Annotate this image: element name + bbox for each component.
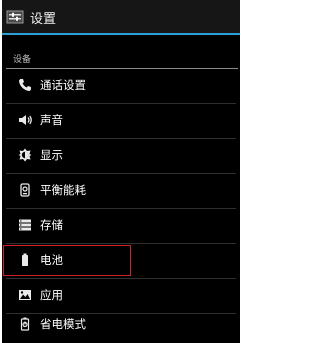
settings-icon[interactable]: [6, 9, 24, 25]
list-item-label: 显示: [40, 148, 63, 162]
list-item-battery[interactable]: 电池: [2, 244, 240, 279]
power-balance-icon: [20, 183, 30, 197]
list-item-label: 应用: [40, 288, 63, 302]
list-item-label: 声音: [40, 113, 63, 127]
list-item-label: 电池: [40, 253, 63, 267]
list-item-label: 通话设置: [40, 78, 86, 92]
settings-screen: 设置 设备 通话设置 声音 显示 平衡能耗 存储 电池 应用 省电模式: [2, 0, 240, 343]
apps-icon: [19, 290, 31, 300]
section-header-device: 设备: [13, 55, 32, 65]
battery-icon: [22, 253, 28, 266]
list-item-call-settings[interactable]: 通话设置: [2, 69, 240, 104]
list-item-storage[interactable]: 存储: [2, 209, 240, 244]
list-item-label: 平衡能耗: [40, 183, 86, 197]
list-item-power-saving[interactable]: 省电模式: [2, 308, 240, 343]
phone-icon: [19, 79, 31, 91]
list-item-display[interactable]: 显示: [2, 139, 240, 174]
power-saving-icon: [20, 317, 30, 331]
action-bar: 设置: [2, 0, 240, 35]
list-item-label: 省电模式: [40, 317, 86, 331]
page-title: 设置: [30, 12, 57, 27]
speaker-icon: [19, 115, 32, 125]
list-item-label: 存储: [40, 218, 63, 232]
list-item-sound[interactable]: 声音: [2, 104, 240, 139]
storage-icon: [19, 219, 31, 231]
brightness-icon: [18, 148, 32, 162]
list-item-power-balance[interactable]: 平衡能耗: [2, 174, 240, 209]
